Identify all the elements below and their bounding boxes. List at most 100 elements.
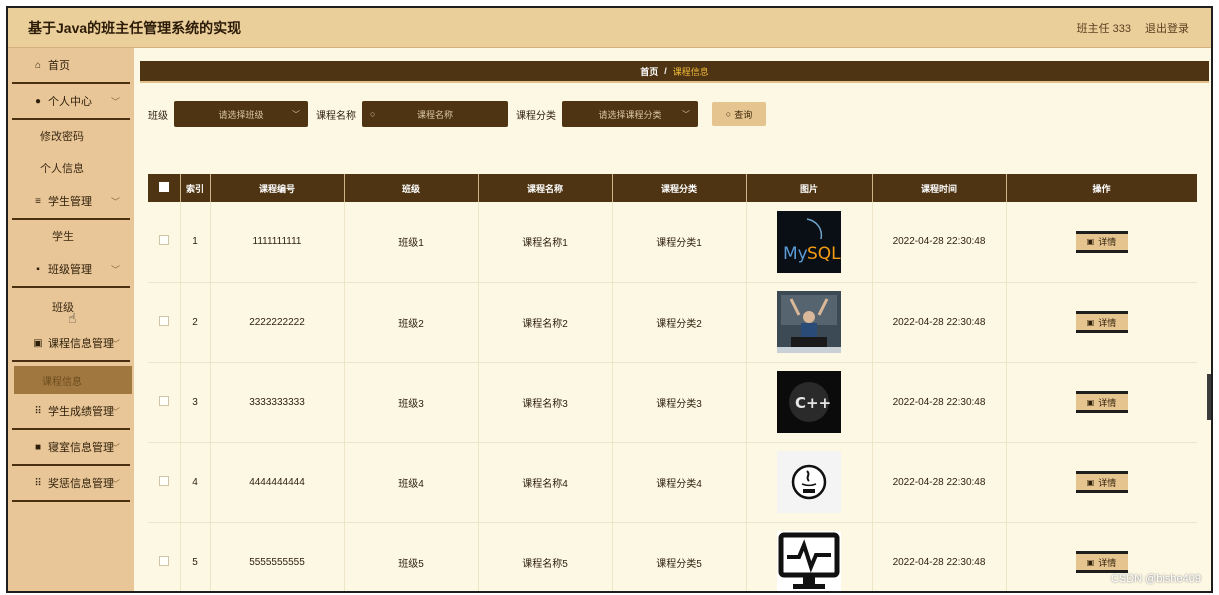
sidebar-item-award-mgmt[interactable]: ⠿ 奖惩信息管理 ﹀: [12, 466, 130, 502]
chevron-down-icon: ﹀: [110, 338, 120, 349]
action-cell: ▣ 详情: [1006, 202, 1197, 283]
detail-button[interactable]: ▣ 详情: [1075, 391, 1128, 413]
index-cell: 1: [180, 202, 211, 283]
sidebar-item-label: 首页: [48, 60, 70, 72]
table-row: 4 4444444444 班级4 课程名称4 课程分类4 2022-04-28 …: [148, 442, 1197, 523]
document-icon: ▣: [1086, 397, 1095, 407]
list-icon: ≡: [35, 195, 41, 207]
row-select-cell: [148, 202, 181, 283]
class-cell: 班级2: [344, 282, 479, 363]
app-title: 基于Java的班主任管理系统的实现: [28, 19, 242, 36]
sidebar-subitem-personal-info[interactable]: 个人信息: [8, 152, 134, 184]
class-select[interactable]: 请选择班级 ﹀: [174, 101, 308, 127]
chevron-down-icon: ﹀: [110, 442, 120, 453]
category-select-placeholder: 请选择课程分类: [598, 109, 662, 120]
breadcrumb-home[interactable]: 首页: [640, 65, 658, 78]
breadcrumb: 首页 / 课程信息: [140, 61, 1209, 83]
chevron-down-icon: ﹀: [682, 109, 690, 119]
table-row: 2 2222222222 班级2 课程名称2 课程分类2 2022-04-28 …: [148, 282, 1197, 363]
chevron-down-icon: ﹀: [110, 196, 120, 207]
scrollbar-thumb[interactable]: [1207, 374, 1211, 420]
index-cell: 3: [180, 362, 211, 443]
detail-button-label: 详情: [1098, 477, 1117, 488]
category-cell: 课程分类5: [612, 522, 747, 591]
current-user: 班主任 333: [1076, 22, 1131, 35]
course-name-input[interactable]: ○ 课程名称: [362, 101, 508, 127]
detail-button-label: 详情: [1098, 557, 1117, 568]
class-cell: 班级4: [344, 442, 479, 523]
category-cell: 课程分类4: [612, 442, 747, 523]
row-checkbox[interactable]: [158, 315, 169, 326]
table-row: 1 1111111111 班级1 课程名称1 课程分类1 My SQL 2022-…: [148, 202, 1197, 283]
code-cell: 2222222222: [210, 282, 345, 363]
document-icon: ▣: [1086, 477, 1095, 487]
row-checkbox[interactable]: [158, 475, 169, 486]
detail-button-label: 详情: [1098, 397, 1117, 408]
category-cell: 课程分类3: [612, 362, 747, 443]
category-cell: 课程分类1: [612, 202, 747, 283]
building-icon: ▪: [36, 263, 40, 275]
sidebar-item-label: 学生成绩管理: [48, 406, 114, 418]
index-cell: 5: [180, 522, 211, 591]
class-filter-label: 班级: [148, 110, 168, 122]
name-cell: 课程名称3: [478, 362, 613, 443]
java-logo-icon: [777, 451, 841, 513]
sidebar-item-course-mgmt[interactable]: ▣ 课程信息管理 ﹀: [12, 326, 130, 362]
category-filter-label: 课程分类: [516, 110, 556, 122]
user-icon: ●: [34, 95, 42, 107]
time-cell: 2022-04-28 22:30:48: [872, 202, 1007, 283]
name-cell: 课程名称4: [478, 442, 613, 523]
sidebar-item-home[interactable]: ⌂ 首页: [12, 48, 130, 84]
sidebar-subitem-student[interactable]: 学生: [8, 220, 134, 252]
action-cell: ▣ 详情: [1006, 362, 1197, 443]
sidebar-item-label: 个人中心: [48, 96, 92, 108]
svg-text:SQL: SQL: [807, 244, 841, 264]
row-checkbox[interactable]: [158, 395, 169, 406]
sidebar-item-class-mgmt[interactable]: ▪ 班级管理 ﹀: [12, 252, 130, 288]
detail-button[interactable]: ▣ 详情: [1075, 471, 1128, 493]
row-checkbox[interactable]: [158, 555, 169, 566]
code-cell: 3333333333: [210, 362, 345, 443]
table-row: 5 5555555555 班级5 课程名称5 课程分类5 2022-04-28 …: [148, 522, 1197, 591]
row-select-cell: [148, 282, 181, 363]
category-select[interactable]: 请选择课程分类 ﹀: [562, 101, 698, 127]
sidebar-item-grade-mgmt[interactable]: ⠿ 学生成绩管理 ﹀: [12, 394, 130, 430]
sidebar-item-personal-center[interactable]: ● 个人中心 ﹀: [12, 84, 130, 120]
time-cell: 2022-04-28 22:30:48: [872, 282, 1007, 363]
mysql-logo-icon: My SQL: [777, 210, 841, 273]
time-cell: 2022-04-28 22:30:48: [872, 522, 1007, 591]
logout-link[interactable]: 退出登录: [1145, 20, 1189, 36]
filter-bar: 班级 请选择班级 ﹀ 课程名称 ○ 课程名称 课程分类 请选择课程分类 ﹀ ○ …: [148, 101, 766, 127]
document-icon: ▣: [1086, 557, 1095, 567]
time-cell: 2022-04-28 22:30:48: [872, 442, 1007, 523]
sidebar-subitem-change-password[interactable]: 修改密码: [8, 120, 134, 152]
time-cell: 2022-04-28 22:30:48: [872, 362, 1007, 443]
coder-photo-icon: [777, 291, 841, 353]
action-cell: ▣ 详情: [1006, 282, 1197, 363]
sidebar-subitem-course-info[interactable]: 课程信息: [14, 366, 132, 394]
detail-button[interactable]: ▣ 详情: [1075, 311, 1128, 333]
index-cell: 2: [180, 282, 211, 363]
row-select-cell: [148, 362, 181, 443]
name-filter-label: 课程名称: [316, 110, 356, 122]
sidebar-item-dorm-mgmt[interactable]: ■ 寝室信息管理 ﹀: [12, 430, 130, 466]
column-header-index: 索引: [180, 174, 211, 202]
monitor-icon: [777, 531, 841, 591]
chevron-down-icon: ﹀: [110, 96, 120, 107]
class-cell: 班级3: [344, 362, 479, 443]
chevron-down-icon: ﹀: [110, 406, 120, 417]
image-cell: [746, 442, 873, 523]
row-checkbox[interactable]: [158, 235, 169, 246]
query-button[interactable]: ○ 查询: [712, 102, 766, 126]
user-area: 班主任 333 退出登录: [1077, 20, 1189, 36]
detail-button[interactable]: ▣ 详情: [1075, 551, 1128, 573]
top-bar: 基于Java的班主任管理系统的实现 班主任 333 退出登录: [8, 8, 1211, 48]
detail-button-label: 详情: [1098, 237, 1117, 248]
select-all-checkbox[interactable]: [158, 182, 169, 192]
column-header-name: 课程名称: [478, 174, 613, 202]
sidebar-item-student-mgmt[interactable]: ≡ 学生管理 ﹀: [12, 184, 130, 220]
detail-button[interactable]: ▣ 详情: [1075, 230, 1128, 253]
image-cell: [746, 522, 873, 591]
action-cell: ▣ 详情: [1006, 442, 1197, 523]
sidebar-item-label: 奖惩信息管理: [48, 478, 114, 490]
